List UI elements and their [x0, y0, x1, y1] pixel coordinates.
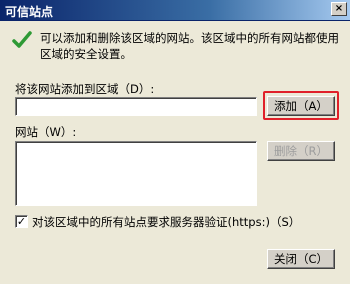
- checkmark-icon: [12, 31, 32, 48]
- sites-label: 网站（W）:: [15, 125, 77, 139]
- add-site-label: 将该网站添加到区域（D）:: [15, 82, 155, 96]
- sites-list[interactable]: [15, 141, 257, 206]
- remove-button[interactable]: 删除（R）: [267, 141, 335, 161]
- verify-checkbox[interactable]: ✓: [15, 215, 28, 228]
- title-bar: 可信站点 ×: [0, 0, 350, 21]
- close-button[interactable]: 关闭（C）: [267, 249, 335, 269]
- add-site-input[interactable]: [15, 97, 257, 116]
- add-button[interactable]: 添加（A）: [267, 96, 335, 116]
- info-text: 可以添加和删除该区域的网站。该区域中的所有网站都使用区域的安全设置。: [40, 31, 339, 61]
- window-title: 可信站点: [5, 5, 54, 19]
- window-close-button[interactable]: ×: [331, 2, 347, 16]
- verify-label: 对该区域中的所有站点要求服务器验证(https:)（S）: [32, 215, 301, 229]
